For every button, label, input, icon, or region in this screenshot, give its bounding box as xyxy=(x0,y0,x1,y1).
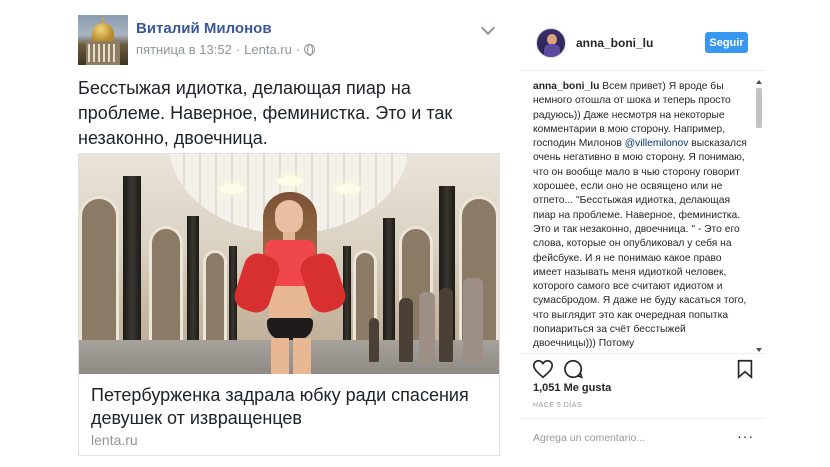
more-icon[interactable]: ··· xyxy=(737,428,754,444)
comment-input[interactable] xyxy=(533,430,723,446)
caption-mention[interactable]: @villemilonov xyxy=(625,138,689,149)
instagram-avatar[interactable] xyxy=(536,28,566,58)
comments-divider xyxy=(520,418,765,419)
link-title[interactable]: Петербурженка задрала юбку ради спасения… xyxy=(91,384,491,430)
facebook-post: Виталий Милонов пятница в 13:52 · Lenta.… xyxy=(70,4,510,462)
scroll-up-icon[interactable] xyxy=(756,80,762,84)
bookmark-icon[interactable] xyxy=(734,358,756,380)
header-divider xyxy=(520,70,765,71)
post-source[interactable]: Lenta.ru xyxy=(244,42,292,57)
meta-separator: · xyxy=(235,42,241,57)
link-preview-card[interactable]: Петербурженка задрала юбку ради спасения… xyxy=(78,153,500,456)
globe-icon xyxy=(304,44,316,56)
action-bar xyxy=(532,358,753,380)
post-timestamp[interactable]: пятница в 13:52 xyxy=(136,42,232,57)
caption-text-2: высказался очень негативно в мою сторону… xyxy=(533,138,747,350)
author-name[interactable]: Виталий Милонов xyxy=(136,20,272,37)
chevron-down-icon[interactable] xyxy=(480,22,496,38)
heart-icon[interactable] xyxy=(532,358,554,380)
instagram-username[interactable]: anna_boni_lu xyxy=(576,36,653,50)
instagram-post: anna_boni_lu Seguir anna_boni_lu Всем пр… xyxy=(520,18,765,458)
scroll-down-icon[interactable] xyxy=(756,348,762,352)
likes-count[interactable]: 1,051 Me gusta xyxy=(533,382,611,394)
post-time-ago: HACE 5 DÍAS xyxy=(533,402,583,409)
follow-button[interactable]: Seguir xyxy=(705,32,748,53)
post-meta: пятница в 13:52 · Lenta.ru · xyxy=(136,42,316,57)
meta-separator: · xyxy=(295,42,301,57)
comment-icon[interactable] xyxy=(562,358,584,380)
instagram-caption[interactable]: anna_boni_lu Всем привет) Я вроде бы нем… xyxy=(533,80,751,352)
author-avatar[interactable] xyxy=(78,15,128,65)
link-preview-image[interactable] xyxy=(79,154,499,374)
post-text: Бесстыжая идиотка, делающая пиар на проб… xyxy=(78,78,453,148)
caption-scrollbar[interactable] xyxy=(755,80,763,352)
scroll-thumb[interactable] xyxy=(756,88,762,128)
caption-divider xyxy=(520,353,765,354)
link-domain: lenta.ru xyxy=(91,432,138,448)
caption-username[interactable]: anna_boni_lu xyxy=(533,81,599,92)
